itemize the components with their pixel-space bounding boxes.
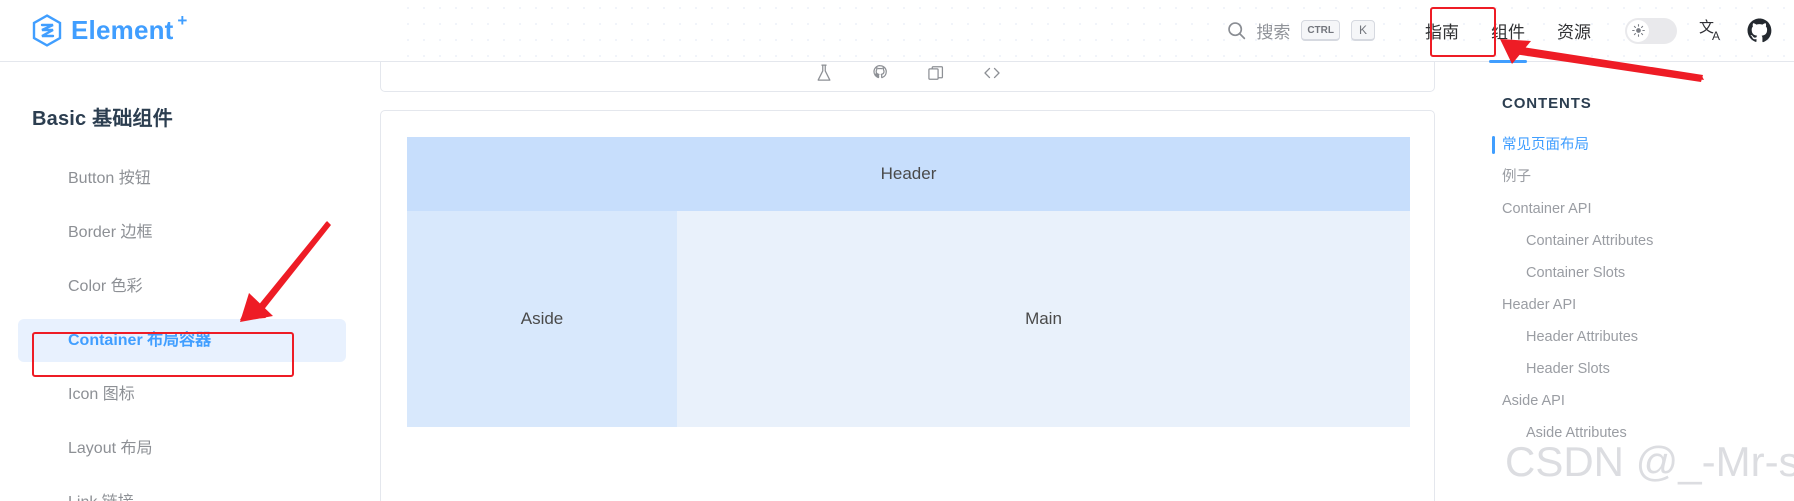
nav-item-components-label: 组件 [1491,23,1525,42]
element-hexagon-icon [32,14,62,47]
sidebar-item-icon[interactable]: Icon 图标 [18,373,346,416]
demo-body-region: Aside Main [407,211,1410,427]
page-root: Element + 搜索 CTRL K 指南 组件 资源 文 A Basic 基… [0,0,1794,501]
nav-active-underline [1489,60,1527,63]
svg-text:A: A [1712,29,1720,43]
nav-item-guide-label: 指南 [1425,23,1459,42]
brand-plus-mark: + [177,11,188,30]
sidebar-item-button[interactable]: Button 按钮 [18,157,346,200]
github-icon[interactable] [1747,18,1772,43]
sidebar-item-label: Link 链接 [68,494,134,501]
toc-item-label: Header Slots [1526,361,1610,377]
table-of-contents: CONTENTS 常见页面布局 例子 Container API Contain… [1478,62,1794,501]
demo-card-main: Header Aside Main [380,110,1435,501]
toc-item-header-slots[interactable]: Header Slots [1478,353,1794,385]
toc-item-aside-api[interactable]: Aside API [1478,385,1794,417]
code-icon[interactable] [982,63,1002,83]
toc-item-container-api[interactable]: Container API [1478,193,1794,225]
toc-active-indicator [1492,136,1495,154]
toc-item-label: 例子 [1502,169,1531,185]
demo-header-label: Header [880,164,937,183]
flask-icon[interactable] [814,63,834,83]
toc-item-label: Container Slots [1526,265,1626,281]
site-header: Element + 搜索 CTRL K 指南 组件 资源 文 A [0,0,1794,63]
brand-name-text: Element [71,15,174,45]
search-label: 搜索 [1256,23,1291,42]
header-actions: 搜索 CTRL K 指南 组件 资源 文 A [1220,0,1772,63]
demo-main-label: Main [1025,309,1062,328]
toc-heading: CONTENTS [1502,95,1592,112]
nav-item-resources-label: 资源 [1557,23,1591,42]
search-button[interactable]: 搜索 CTRL K [1220,14,1381,47]
main-nav: 指南 组件 资源 [1409,0,1607,63]
sidebar-item-link[interactable]: Link 链接 [18,481,346,501]
kbd-ctrl: CTRL [1301,20,1340,41]
demo-aside-region: Aside [407,211,677,427]
nav-item-guide[interactable]: 指南 [1409,0,1475,63]
theme-toggle-switch[interactable] [1625,17,1677,44]
search-icon [1228,22,1246,40]
sidebar-item-label: Button 按钮 [68,170,151,187]
sidebar-item-label: Color 色彩 [68,278,143,295]
container-layout-demo: Header Aside Main [407,137,1410,427]
main-content: Header Aside Main [360,53,1478,501]
sidebar-item-label: Container 布局容器 [68,332,212,349]
toc-item-aside-attributes[interactable]: Aside Attributes [1478,417,1794,449]
toc-item-common-layout[interactable]: 常见页面布局 [1478,129,1794,161]
toc-item-label: Aside API [1502,393,1565,409]
sidebar-item-label: Layout 布局 [68,440,153,457]
toc-item-example[interactable]: 例子 [1478,161,1794,193]
demo-main-region: Main [677,211,1410,427]
demo-toolbar-bottom [381,494,1434,501]
sidebar-section-title: Basic 基础组件 [32,108,173,130]
toc-item-label: Aside Attributes [1526,425,1627,441]
toc-item-header-api[interactable]: Header API [1478,289,1794,321]
theme-toggle-knob [1627,19,1649,42]
kbd-k: K [1351,20,1375,41]
sidebar-item-label: Border 边框 [68,224,153,241]
github-icon[interactable] [870,63,890,83]
sun-icon [1631,24,1645,37]
left-sidebar: Basic 基础组件 Button 按钮 Border 边框 Color 色彩 … [0,62,360,501]
toc-item-container-slots[interactable]: Container Slots [1478,257,1794,289]
brand-name: Element + [71,11,187,46]
toc-item-header-attributes[interactable]: Header Attributes [1478,321,1794,353]
sidebar-item-color[interactable]: Color 色彩 [18,265,346,308]
toc-item-label: 常见页面布局 [1502,137,1589,153]
toc-item-label: Container Attributes [1526,233,1654,249]
toc-item-label: Container API [1502,201,1592,217]
sidebar-item-border[interactable]: Border 边框 [18,211,346,254]
sidebar-item-layout[interactable]: Layout 布局 [18,427,346,470]
sidebar-item-container[interactable]: Container 布局容器 [18,319,346,362]
translate-icon[interactable]: 文 A [1699,18,1725,44]
nav-item-resources[interactable]: 资源 [1541,0,1607,63]
nav-item-components[interactable]: 组件 [1475,0,1541,63]
toc-item-label: Header API [1502,297,1577,313]
toc-item-label: Header Attributes [1526,329,1639,345]
toc-item-container-attributes[interactable]: Container Attributes [1478,225,1794,257]
sidebar-item-label: Icon 图标 [68,386,135,403]
brand-logo-block[interactable]: Element + [32,11,187,47]
copy-icon[interactable] [926,63,946,83]
demo-header-region: Header [407,137,1410,211]
demo-aside-label: Aside [520,309,564,328]
